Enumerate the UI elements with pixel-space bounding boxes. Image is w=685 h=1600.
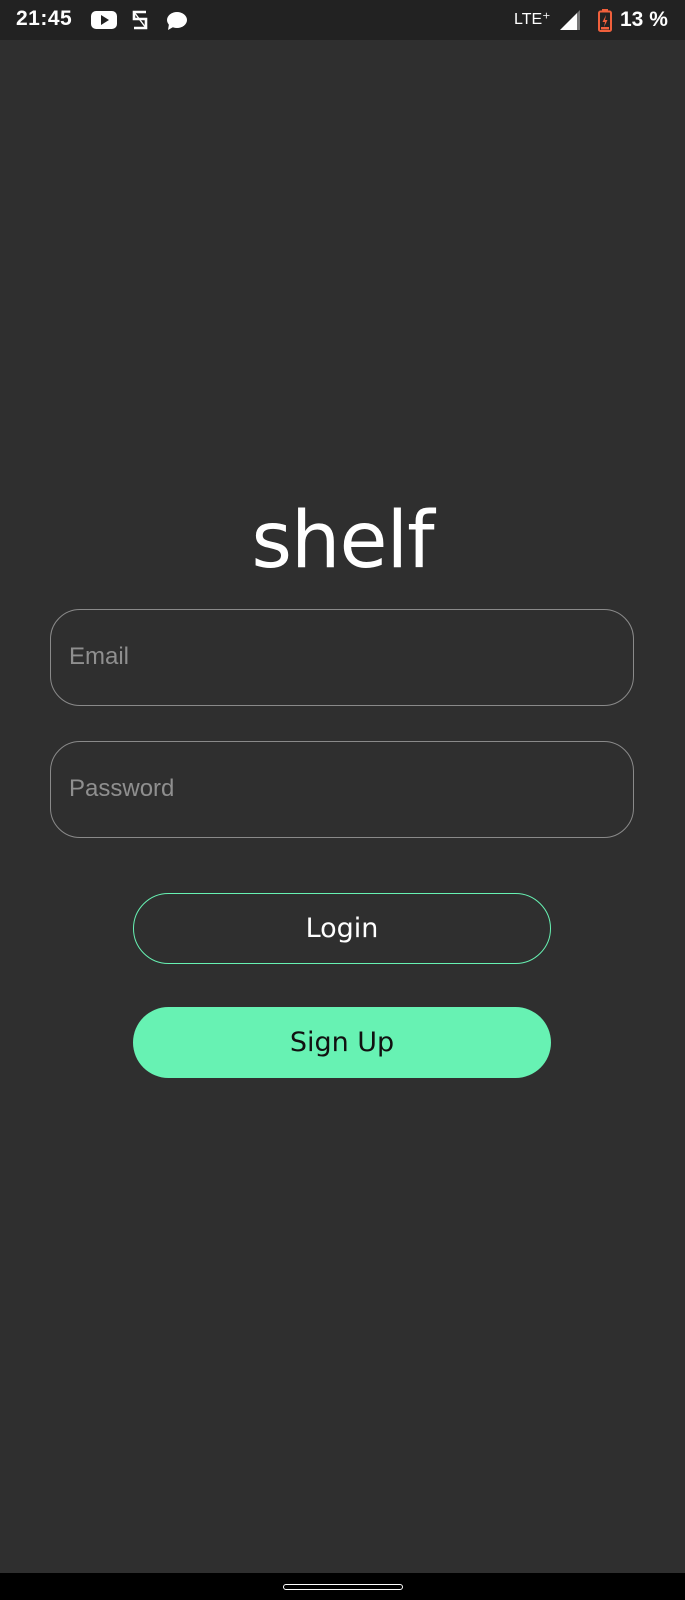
email-input[interactable] (69, 610, 617, 704)
youtube-icon (91, 11, 117, 29)
network-type-label: LTE⁺ (514, 11, 551, 28)
message-bubble-icon (167, 12, 187, 30)
gesture-handle[interactable] (283, 1584, 403, 1590)
signal-strength-icon (560, 10, 580, 30)
s-app-icon (132, 10, 148, 30)
app-logo: shelf (251, 496, 434, 586)
battery-percentage: 13 % (620, 8, 668, 31)
signup-button[interactable]: Sign Up (133, 1007, 551, 1078)
password-field[interactable] (50, 741, 634, 838)
navigation-bar (0, 1573, 685, 1600)
login-button[interactable]: Login (133, 893, 551, 964)
status-time: 21:45 (16, 7, 73, 30)
status-bar: 21:45 LTE⁺ 13 % (0, 0, 685, 40)
battery-charging-icon (598, 9, 612, 32)
password-input[interactable] (69, 742, 617, 836)
email-field[interactable] (50, 609, 634, 706)
